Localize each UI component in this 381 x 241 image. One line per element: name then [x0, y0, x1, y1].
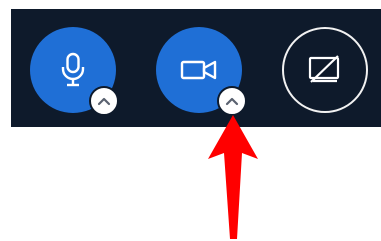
- mic-options-button[interactable]: [89, 86, 119, 116]
- meeting-toolbar: [11, 9, 381, 127]
- screen-share-off-icon: [308, 55, 340, 83]
- chevron-up-icon: [97, 97, 111, 106]
- video-camera-icon: [180, 60, 217, 80]
- screenshot-stage: [0, 0, 381, 241]
- share-screen-button[interactable]: [282, 27, 368, 113]
- microphone-icon: [61, 52, 85, 87]
- chevron-up-icon: [225, 97, 239, 106]
- red-arrow-up-icon: [208, 115, 258, 239]
- video-options-button[interactable]: [217, 86, 247, 116]
